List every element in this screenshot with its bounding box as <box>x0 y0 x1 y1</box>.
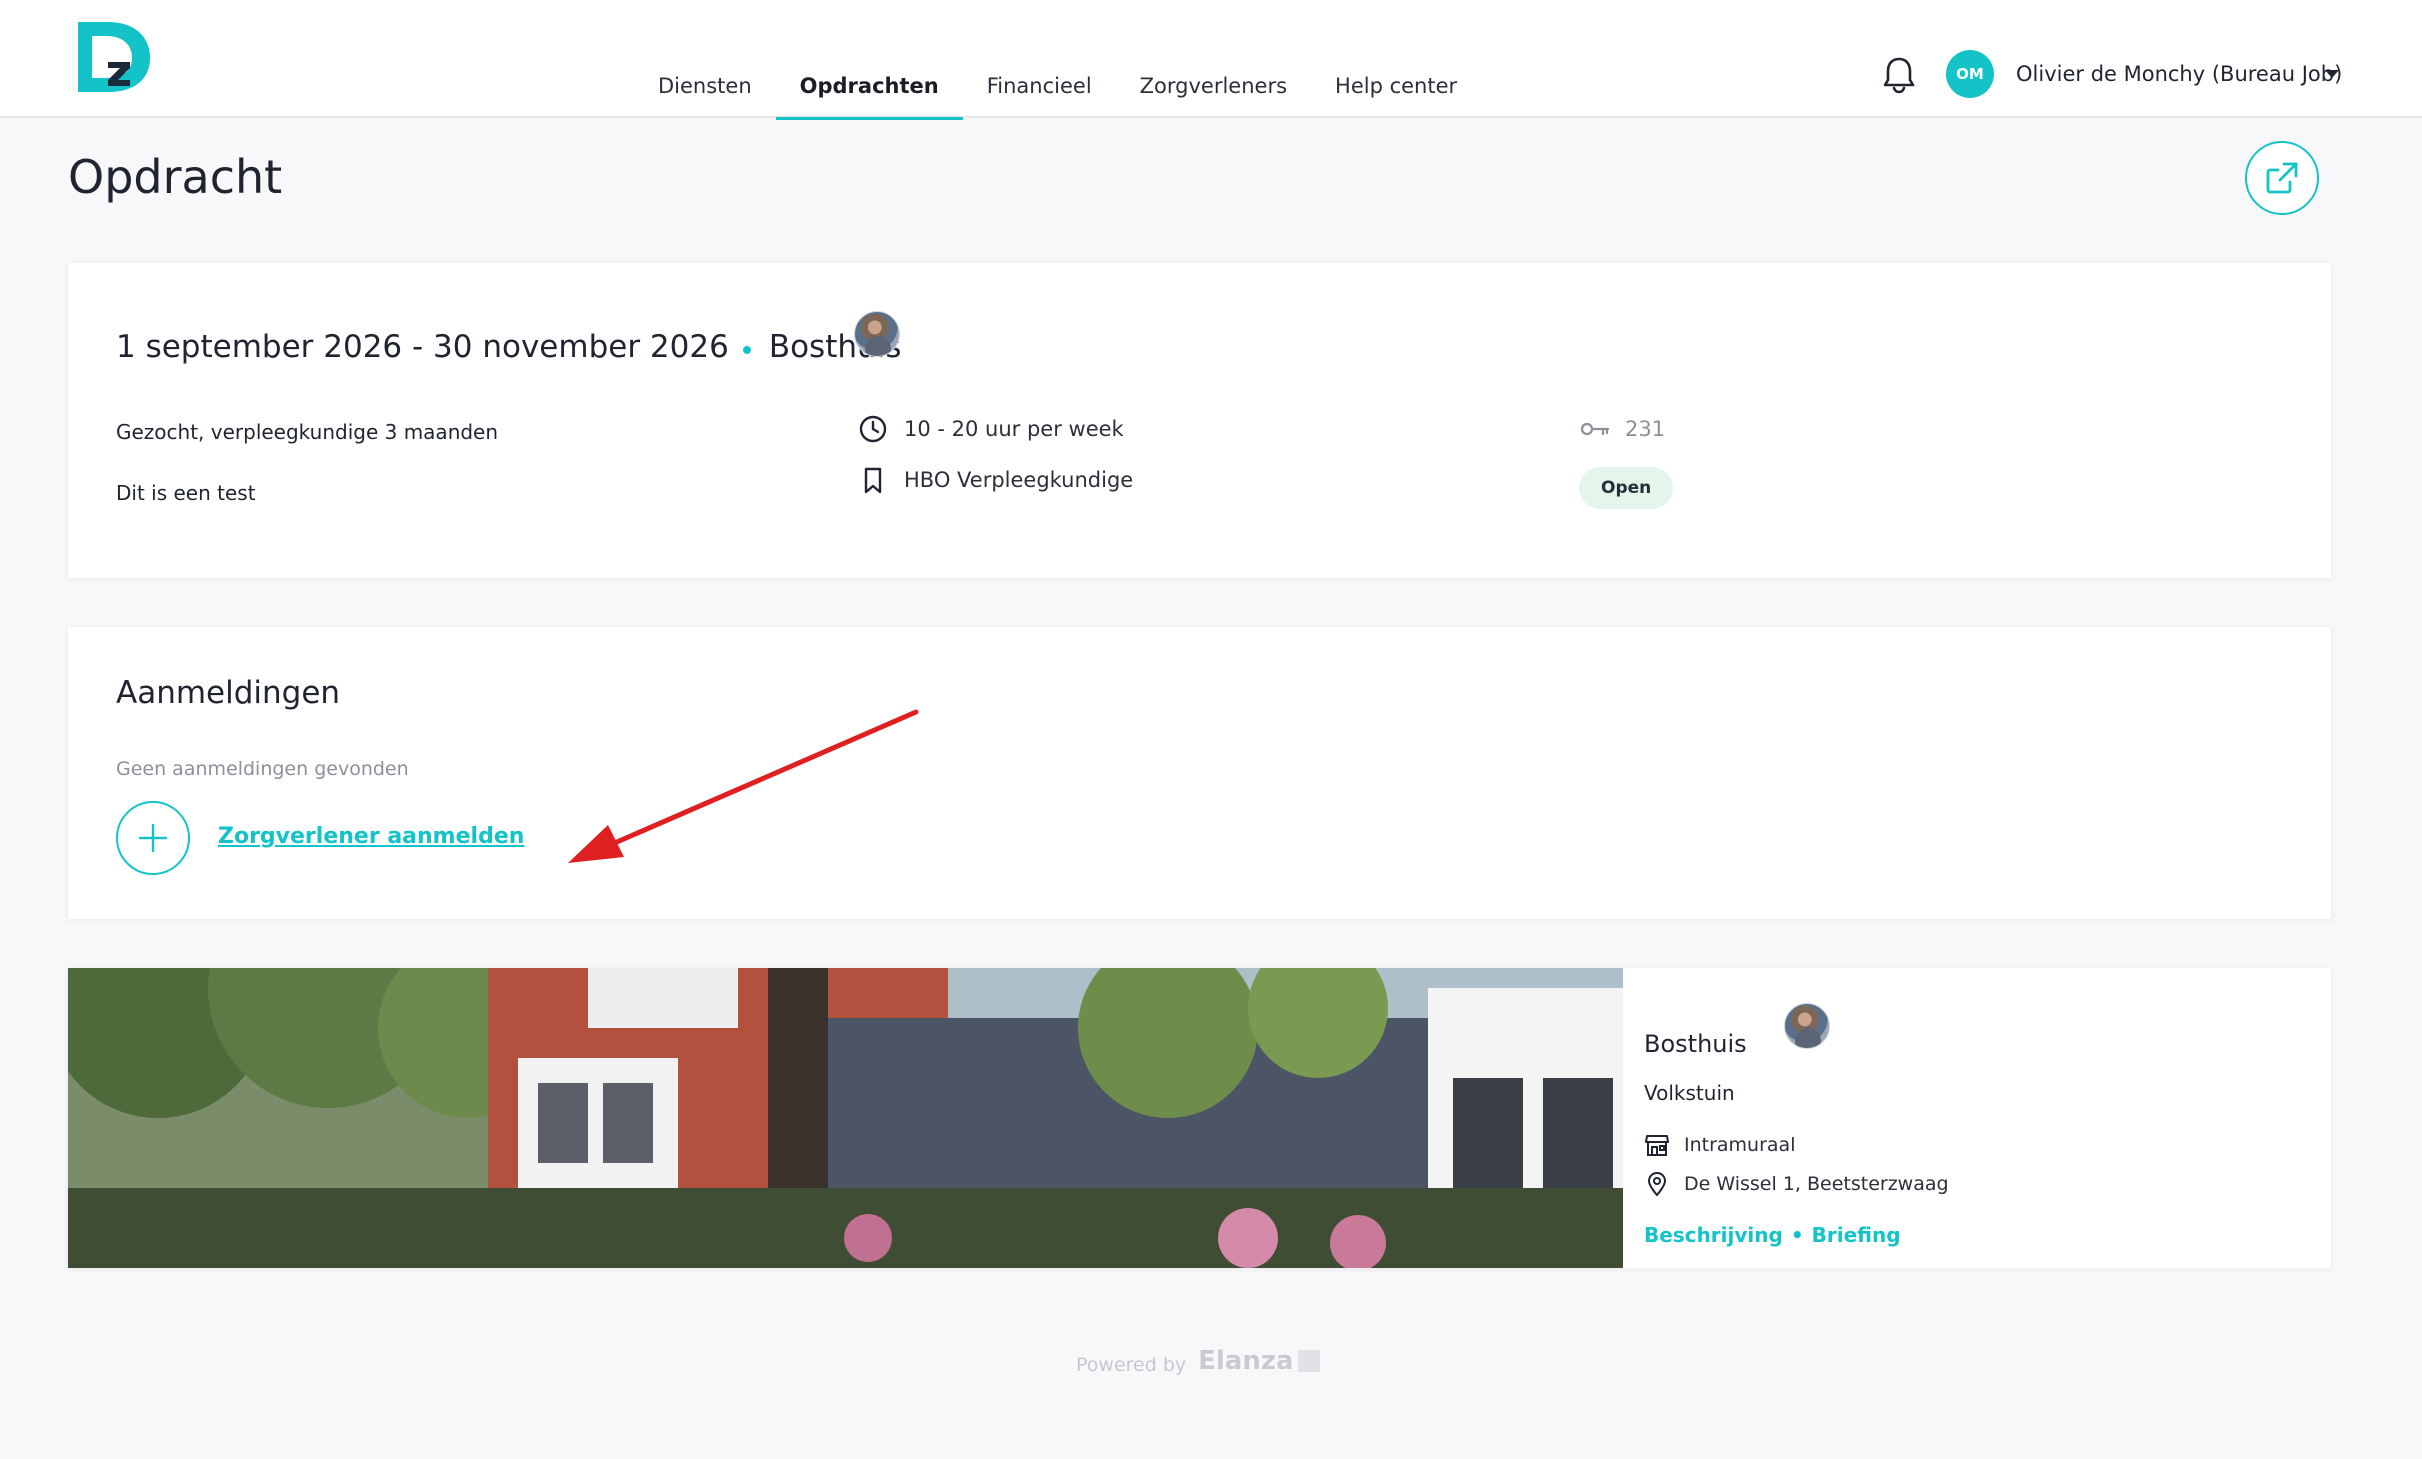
top-navigation-bar: Diensten Opdrachten Financieel Zorgverle… <box>0 0 2422 120</box>
nav-item-financieel[interactable]: Financieel <box>963 0 1116 118</box>
nav-item-opdrachten[interactable]: Opdrachten <box>775 0 963 120</box>
description-link[interactable]: Beschrijving <box>1644 1223 1783 1247</box>
bookmark-icon <box>864 467 882 494</box>
location-address: De Wissel 1, Beetsterzwaag <box>1644 1171 1949 1197</box>
signups-title: Aanmeldingen <box>116 675 341 711</box>
assignment-level: HBO Verpleegkundige <box>858 465 1133 495</box>
clock-icon <box>859 415 887 443</box>
map-pin-icon <box>1647 1171 1667 1197</box>
location-type-text: Intramuraal <box>1684 1134 1796 1156</box>
bell-icon <box>1883 57 1915 94</box>
open-external-button[interactable] <box>2245 141 2319 215</box>
external-link-icon <box>2266 162 2298 194</box>
caret-down-icon[interactable] <box>2325 70 2339 78</box>
user-avatar[interactable]: OM <box>1946 50 1994 98</box>
assignment-title: 1 september 2026 - 30 november 2026 Bost… <box>116 329 901 365</box>
assignment-id-text: 231 <box>1625 417 1666 441</box>
key-icon <box>1580 422 1610 436</box>
location-photo <box>68 968 1623 1268</box>
location-department: Volkstuin <box>1644 1081 1735 1105</box>
assignment-id: 231 <box>1579 414 1665 444</box>
link-separator: • <box>1790 1223 1804 1247</box>
nav-item-zorgverleners[interactable]: Zorgverleners <box>1116 0 1311 118</box>
add-caregiver-link[interactable]: Zorgverlener aanmelden <box>218 824 524 849</box>
signups-empty-text: Geen aanmeldingen gevonden <box>116 758 409 780</box>
nav-item-diensten[interactable]: Diensten <box>634 0 776 118</box>
assignment-card: 1 september 2026 - 30 november 2026 Bost… <box>68 263 2331 578</box>
location-links: Beschrijving • Briefing <box>1644 1223 1901 1247</box>
powered-by-text: Powered by <box>1076 1354 1187 1376</box>
plus-icon <box>138 823 168 853</box>
user-name[interactable]: Olivier de Monchy (Bureau Job) <box>2016 62 2342 86</box>
logo-icon <box>78 22 150 92</box>
annotation-arrow-icon <box>568 709 919 863</box>
nav-item-help-center[interactable]: Help center <box>1311 0 1481 118</box>
footer-brand[interactable]: Elanza <box>1198 1346 1293 1376</box>
notifications-button[interactable] <box>1882 56 1916 94</box>
location-name: Bosthuis <box>1644 1030 1747 1058</box>
dot-separator <box>742 346 751 354</box>
assignment-level-text: HBO Verpleegkundige <box>904 468 1134 492</box>
footer: Powered by Elanza <box>1076 1346 1320 1376</box>
building-photo-icon <box>68 968 1623 1268</box>
brand-mark-icon <box>1297 1350 1320 1372</box>
assignment-hours-text: 10 - 20 uur per week <box>904 417 1124 441</box>
assignment-description: Dit is een test <box>116 481 256 505</box>
main-nav: Diensten Opdrachten Financieel Zorgverle… <box>634 0 1481 120</box>
signups-card: Aanmeldingen Geen aanmeldingen gevonden … <box>68 627 2331 919</box>
assignment-hours: 10 - 20 uur per week <box>858 414 1124 444</box>
add-caregiver-button[interactable] <box>116 801 190 875</box>
assignment-subtitle: Gezocht, verpleegkundige 3 maanden <box>116 420 499 444</box>
assignment-date-range: 1 september 2026 - 30 november 2026 <box>116 329 729 365</box>
location-type: Intramuraal <box>1644 1132 1795 1158</box>
app-logo[interactable] <box>78 22 154 92</box>
status-badge: Open <box>1579 467 1674 509</box>
location-card: Bosthuis Volkstuin Intramuraal De Wissel… <box>68 968 2331 1268</box>
location-avatar <box>854 311 900 357</box>
location-card-avatar <box>1784 1003 1830 1049</box>
location-address-text: De Wissel 1, Beetsterzwaag <box>1684 1173 1949 1195</box>
briefing-link[interactable]: Briefing <box>1812 1223 1901 1247</box>
store-icon <box>1645 1135 1669 1156</box>
page-title: Opdracht <box>68 150 283 204</box>
